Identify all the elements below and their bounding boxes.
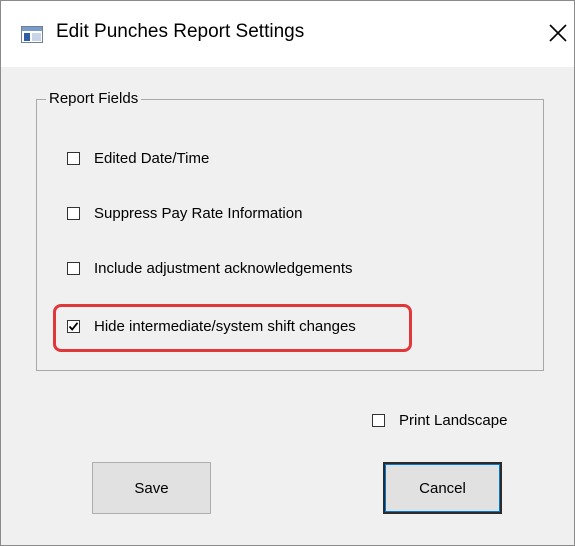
save-button[interactable]: Save bbox=[92, 462, 211, 514]
include-adjustment-option[interactable]: Include adjustment acknowledgements bbox=[67, 259, 353, 277]
edited-datetime-option[interactable]: Edited Date/Time bbox=[67, 149, 209, 167]
print-landscape-option[interactable]: Print Landscape bbox=[372, 411, 507, 429]
title-bar: Edit Punches Report Settings bbox=[1, 1, 574, 67]
close-icon[interactable] bbox=[545, 19, 571, 47]
suppress-pay-rate-option[interactable]: Suppress Pay Rate Information bbox=[67, 204, 302, 222]
include-adjustment-label: Include adjustment acknowledgements bbox=[94, 259, 353, 277]
cancel-button[interactable]: Cancel bbox=[383, 462, 502, 514]
report-fields-legend: Report Fields bbox=[46, 90, 142, 107]
edited-datetime-label: Edited Date/Time bbox=[94, 149, 210, 167]
include-adjustment-checkbox[interactable] bbox=[67, 261, 80, 275]
window-app-icon bbox=[21, 26, 43, 43]
print-landscape-checkbox[interactable] bbox=[372, 413, 385, 427]
window-title: Edit Punches Report Settings bbox=[56, 21, 305, 42]
suppress-pay-rate-label: Suppress Pay Rate Information bbox=[94, 204, 303, 222]
suppress-pay-rate-checkbox[interactable] bbox=[67, 206, 80, 220]
report-settings-dialog: Edit Punches Report Settings Report Fiel… bbox=[0, 0, 575, 546]
print-landscape-label: Print Landscape bbox=[399, 411, 508, 429]
edited-datetime-checkbox[interactable] bbox=[67, 151, 80, 165]
highlight-box bbox=[53, 304, 412, 352]
